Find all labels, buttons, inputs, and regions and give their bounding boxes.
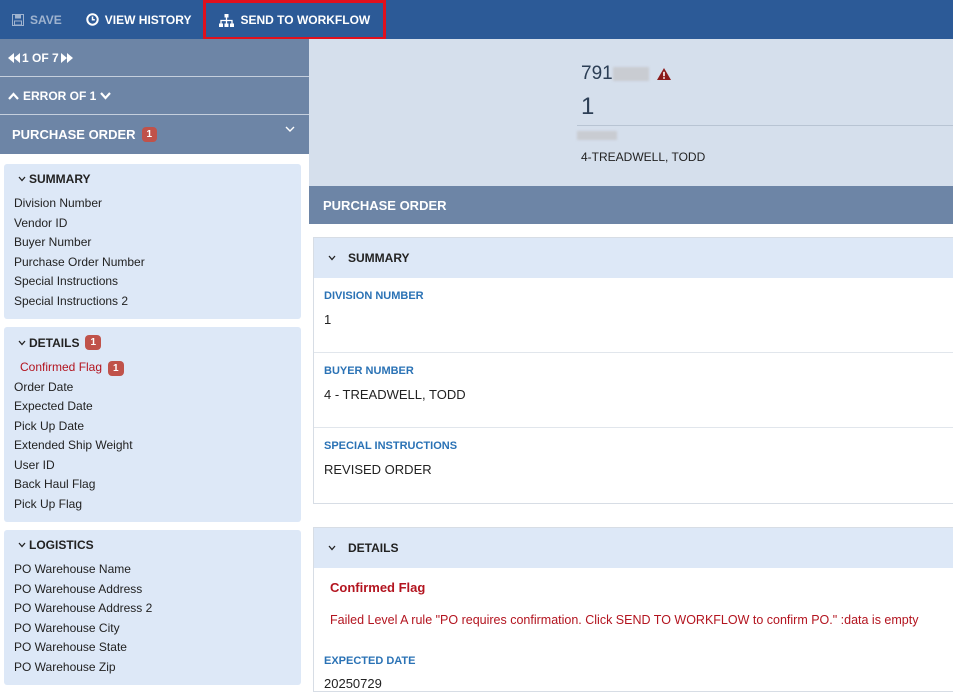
send-to-workflow-button[interactable]: SEND TO WORKFLOW (203, 0, 387, 40)
field-link[interactable]: Special Instructions (14, 272, 291, 292)
purchase-order-section-toggle[interactable]: PURCHASE ORDER 1 (0, 115, 309, 154)
field-link-confirmed-flag[interactable]: Confirmed Flag 1 (14, 358, 291, 378)
field-link[interactable]: Vendor ID (14, 214, 291, 234)
field-link[interactable]: PO Warehouse Address 2 (14, 599, 291, 619)
summary-panel-title: SUMMARY (348, 251, 410, 265)
summary-card: SUMMARY Division Number Vendor ID Buyer Nu… (4, 164, 301, 319)
redacted-block (577, 129, 617, 143)
expected-date-field: EXPECTED DATE 20250729 (314, 627, 953, 691)
send-to-workflow-label: SEND TO WORKFLOW (240, 13, 371, 27)
field-link[interactable]: PO Warehouse Name (14, 560, 291, 580)
chevron-down-icon (285, 126, 295, 132)
logistics-field-list: PO Warehouse Name PO Warehouse Address PO … (14, 560, 291, 677)
previous-record-icon[interactable] (8, 52, 20, 63)
special-instructions-field: SPECIAL INSTRUCTIONS REVISED ORDER (314, 428, 953, 503)
confirmed-flag-error-message: Failed Level A rule "PO requires confirm… (330, 613, 919, 627)
save-button[interactable]: SAVE (0, 0, 74, 39)
save-label: SAVE (30, 12, 62, 27)
clock-icon (86, 13, 99, 26)
chevron-down-icon (328, 255, 336, 261)
details-error-badge: 1 (85, 335, 102, 350)
summary-card-title: SUMMARY (29, 172, 91, 186)
record-pager: 1 OF 7 (0, 39, 309, 77)
field-link[interactable]: Pick Up Date (14, 417, 291, 437)
summary-panel: SUMMARY DIVISION NUMBER 1 BUYER NUMBER 4… (313, 237, 953, 504)
purchase-order-section-header: PURCHASE ORDER (309, 186, 953, 224)
details-card-header[interactable]: DETAILS 1 (14, 335, 291, 350)
field-link[interactable]: Extended Ship Weight (14, 436, 291, 456)
error-nav-text: ERROR OF 1 (23, 88, 97, 103)
summary-card-header[interactable]: SUMMARY (14, 172, 291, 186)
details-panel-title: DETAILS (348, 541, 399, 555)
logistics-card-title: LOGISTICS (29, 538, 94, 552)
error-navigator: ERROR OF 1 (0, 77, 309, 115)
record-header: 791 1 4-TREADWELL, TODD (309, 39, 953, 186)
left-panel: 1 OF 7 ERROR OF 1 PURCHASE ORDER 1 SUMMA… (0, 39, 309, 690)
field-link[interactable]: Expected Date (14, 397, 291, 417)
view-history-button[interactable]: VIEW HISTORY (74, 0, 204, 39)
next-error-icon[interactable] (100, 91, 112, 100)
summary-field-list: Division Number Vendor ID Buyer Number Purc… (14, 194, 291, 311)
document-number: 791 (581, 63, 671, 85)
field-link[interactable]: Special Instructions 2 (14, 292, 291, 312)
previous-error-icon[interactable] (8, 91, 19, 100)
field-link[interactable]: PO Warehouse Address (14, 580, 291, 600)
field-link[interactable]: Division Number (14, 194, 291, 214)
details-field-list: Order Date Expected Date Pick Up Date Exten… (14, 378, 291, 515)
field-value[interactable]: 20250729 (324, 676, 943, 691)
error-count-badge: 1 (141, 127, 158, 142)
chevron-down-icon (18, 176, 26, 182)
field-link[interactable]: PO Warehouse State (14, 638, 291, 658)
chevron-down-icon (18, 542, 26, 548)
confirmed-flag-label: Confirmed Flag (20, 360, 103, 374)
logistics-card: LOGISTICS PO Warehouse Name PO Warehouse … (4, 530, 301, 685)
redacted-block (612, 67, 649, 81)
summary-panel-header[interactable]: SUMMARY (314, 238, 953, 278)
header-buyer: 4-TREADWELL, TODD (581, 150, 706, 164)
chevron-down-icon (328, 545, 336, 551)
pager-text: 1 OF 7 (22, 50, 59, 65)
document-number-text: 791 (581, 63, 613, 84)
field-link[interactable]: Buyer Number (14, 233, 291, 253)
field-link[interactable]: PO Warehouse Zip (14, 658, 291, 678)
confirmed-flag-error-badge: 1 (108, 361, 124, 376)
field-value[interactable]: 4 - TREADWELL, TODD (324, 387, 943, 402)
field-label: EXPECTED DATE (324, 655, 416, 667)
warning-icon (656, 68, 671, 80)
buyer-number-field: BUYER NUMBER 4 - TREADWELL, TODD (314, 353, 953, 428)
main-content: 791 1 4-TREADWELL, TODD PURCHASE ORDER S… (309, 39, 953, 692)
field-value[interactable]: 1 (324, 312, 943, 327)
view-history-label: VIEW HISTORY (104, 12, 192, 27)
save-icon (12, 13, 24, 26)
sitemap-icon (219, 13, 235, 27)
details-panel: DETAILS Confirmed Flag Failed Level A ru… (313, 527, 953, 692)
toolbar: SAVE VIEW HISTORY SEND TO WORKFLOW (0, 0, 953, 40)
next-record-icon[interactable] (60, 52, 73, 63)
header-line-2: 1 (581, 93, 595, 120)
chevron-down-icon (18, 340, 26, 345)
field-label: DIVISION NUMBER (324, 290, 424, 302)
field-link[interactable]: Back Haul Flag (14, 475, 291, 495)
field-navigator: SUMMARY Division Number Vendor ID Buyer Nu… (0, 154, 309, 685)
field-link[interactable]: Purchase Order Number (14, 253, 291, 273)
logistics-card-header[interactable]: LOGISTICS (14, 538, 291, 552)
field-link[interactable]: PO Warehouse City (14, 619, 291, 639)
division-number-field: DIVISION NUMBER 1 (314, 278, 953, 353)
details-card: DETAILS 1 Confirmed Flag 1 Order Date Expe… (4, 327, 301, 522)
field-label: BUYER NUMBER (324, 365, 414, 377)
field-value[interactable]: REVISED ORDER (324, 462, 943, 477)
field-link[interactable]: Pick Up Flag (14, 495, 291, 515)
field-link[interactable]: User ID (14, 456, 291, 476)
purchase-order-title: PURCHASE ORDER (12, 127, 136, 142)
details-panel-header[interactable]: DETAILS (314, 528, 953, 568)
details-card-title: DETAILS (29, 335, 80, 350)
confirmed-flag-error-title: Confirmed Flag (330, 580, 426, 595)
field-link[interactable]: Order Date (14, 378, 291, 398)
field-label: SPECIAL INSTRUCTIONS (324, 440, 458, 452)
header-divider (577, 125, 953, 126)
